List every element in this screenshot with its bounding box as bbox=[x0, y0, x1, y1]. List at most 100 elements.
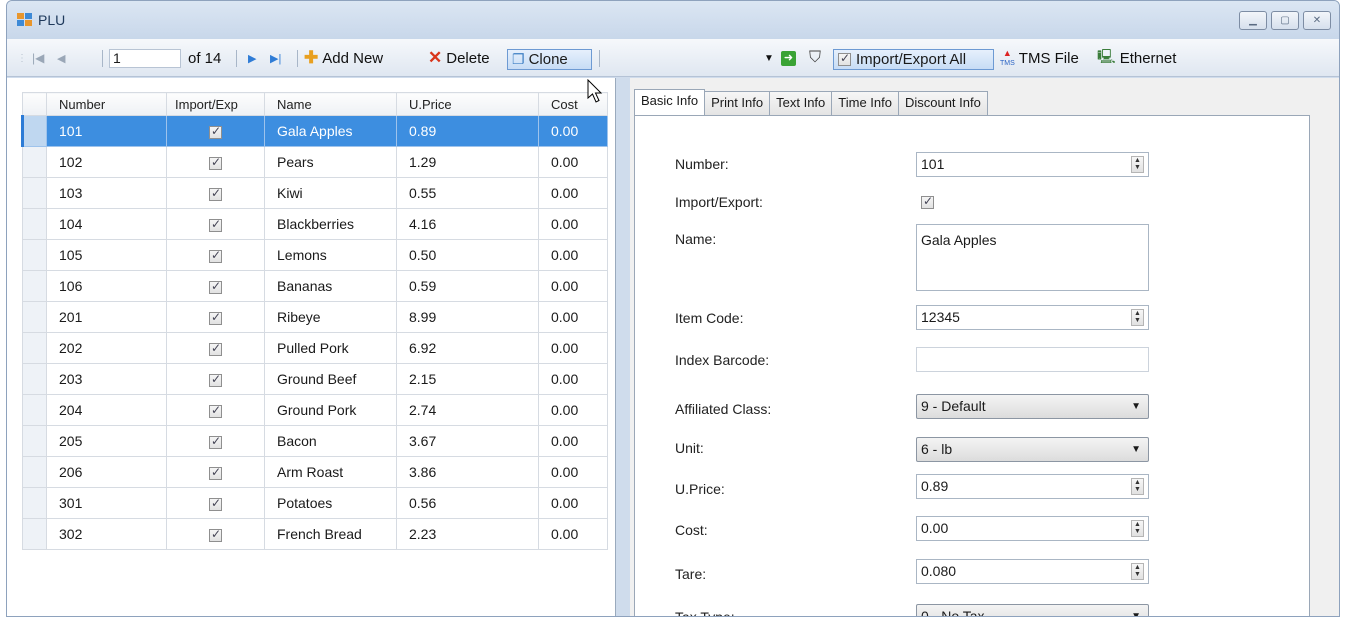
move-first-icon[interactable]: |◀ bbox=[32, 39, 44, 77]
cell-import-export[interactable] bbox=[166, 270, 265, 302]
table-row[interactable]: 104 Blackberries4.160.00 bbox=[22, 208, 608, 240]
cell-cost[interactable]: 0.00 bbox=[538, 518, 608, 550]
cell-import-export[interactable] bbox=[166, 177, 265, 209]
cell-name[interactable]: Kiwi bbox=[264, 177, 397, 209]
row-selector[interactable] bbox=[22, 239, 47, 271]
import-export-checkbox[interactable] bbox=[921, 194, 934, 210]
tare-spinner[interactable]: ▲ ▼ bbox=[1131, 563, 1144, 580]
tab-time-info[interactable]: Time Info bbox=[831, 91, 899, 115]
delete-button[interactable]: ✕ Delete bbox=[428, 39, 490, 77]
table-row[interactable]: 105 Lemons0.500.00 bbox=[22, 239, 608, 271]
cell-name[interactable]: Ribeye bbox=[264, 301, 397, 333]
index-barcode-field[interactable] bbox=[916, 347, 1149, 372]
tab-print-info[interactable]: Print Info bbox=[704, 91, 771, 115]
table-row[interactable]: 301 Potatoes0.560.00 bbox=[22, 487, 608, 519]
tab-discount-info[interactable]: Discount Info bbox=[897, 91, 988, 115]
cell-import-export[interactable] bbox=[166, 239, 265, 271]
cell-unit-price[interactable]: 0.56 bbox=[396, 487, 539, 519]
row-selector[interactable] bbox=[22, 301, 47, 333]
table-row[interactable]: 102 Pears1.290.00 bbox=[22, 146, 608, 178]
cell-import-export[interactable] bbox=[166, 115, 265, 147]
table-row[interactable]: 203 Ground Beef2.150.00 bbox=[22, 363, 608, 395]
cell-name[interactable]: Blackberries bbox=[264, 208, 397, 240]
row-selector[interactable] bbox=[22, 394, 47, 426]
number-spinner[interactable]: ▲ ▼ bbox=[1131, 156, 1144, 173]
table-row[interactable]: 302 French Bread2.230.00 bbox=[22, 518, 608, 550]
minimize-button[interactable]: ▁ bbox=[1239, 11, 1267, 30]
cell-number[interactable]: 102 bbox=[46, 146, 167, 178]
cell-name[interactable]: Lemons bbox=[264, 239, 397, 271]
cell-import-export[interactable] bbox=[166, 208, 265, 240]
cell-cost[interactable]: 0.00 bbox=[538, 177, 608, 209]
cell-cost[interactable]: 0.00 bbox=[538, 270, 608, 302]
import-export-all-button[interactable]: Import/Export All bbox=[833, 49, 994, 70]
cell-name[interactable]: Ground Beef bbox=[264, 363, 397, 395]
filter-icon[interactable]: ⛉ bbox=[809, 39, 821, 77]
clone-button[interactable]: ❐ Clone bbox=[507, 49, 592, 70]
cell-import-export[interactable] bbox=[166, 487, 265, 519]
ethernet-button[interactable]: 🖳 Ethernet bbox=[1097, 39, 1176, 77]
cell-cost[interactable]: 0.00 bbox=[538, 239, 608, 271]
cell-cost[interactable]: 0.00 bbox=[538, 208, 608, 240]
item-code-field[interactable]: 12345 ▲ ▼ bbox=[916, 305, 1149, 330]
unit-price-field[interactable]: 0.89 ▲ ▼ bbox=[916, 474, 1149, 499]
name-field[interactable]: Gala Apples bbox=[916, 224, 1149, 291]
cell-number[interactable]: 205 bbox=[46, 425, 167, 457]
cell-unit-price[interactable]: 4.16 bbox=[396, 208, 539, 240]
cost-spinner[interactable]: ▲ ▼ bbox=[1131, 520, 1144, 537]
cell-unit-price[interactable]: 8.99 bbox=[396, 301, 539, 333]
cell-name[interactable]: Arm Roast bbox=[264, 456, 397, 488]
cell-import-export[interactable] bbox=[166, 394, 265, 426]
tab-basic-info[interactable]: Basic Info bbox=[634, 89, 706, 115]
table-row[interactable]: 206 Arm Roast3.860.00 bbox=[22, 456, 608, 488]
unit-price-spinner[interactable]: ▲ ▼ bbox=[1131, 478, 1144, 495]
row-selector[interactable] bbox=[22, 456, 47, 488]
table-row[interactable]: 202 Pulled Pork6.920.00 bbox=[22, 332, 608, 364]
cell-name[interactable]: Pulled Pork bbox=[264, 332, 397, 364]
cell-unit-price[interactable]: 0.59 bbox=[396, 270, 539, 302]
add-new-button[interactable]: ✚ Add New bbox=[304, 39, 383, 77]
cell-name[interactable]: Ground Pork bbox=[264, 394, 397, 426]
row-selector[interactable] bbox=[21, 115, 47, 147]
cell-cost[interactable]: 0.00 bbox=[538, 332, 608, 364]
cell-name[interactable]: Bananas bbox=[264, 270, 397, 302]
cell-import-export[interactable] bbox=[166, 146, 265, 178]
cost-field[interactable]: 0.00 ▲ ▼ bbox=[916, 516, 1149, 541]
cell-unit-price[interactable]: 0.50 bbox=[396, 239, 539, 271]
cell-name[interactable]: Potatoes bbox=[264, 487, 397, 519]
move-next-icon[interactable]: ▶ bbox=[248, 39, 256, 77]
tab-text-info[interactable]: Text Info bbox=[769, 91, 833, 115]
tare-field[interactable]: 0.080 ▲ ▼ bbox=[916, 559, 1149, 584]
row-selector[interactable] bbox=[22, 425, 47, 457]
splitter[interactable] bbox=[616, 78, 630, 616]
column-header-import-export[interactable]: Import/Exp bbox=[166, 92, 265, 116]
cell-cost[interactable]: 0.00 bbox=[538, 115, 608, 147]
cell-unit-price[interactable]: 3.86 bbox=[396, 456, 539, 488]
unit-dropdown[interactable]: 6 - lb ▼ bbox=[916, 437, 1149, 462]
cell-number[interactable]: 206 bbox=[46, 456, 167, 488]
cell-unit-price[interactable]: 6.92 bbox=[396, 332, 539, 364]
cell-unit-price[interactable]: 1.29 bbox=[396, 146, 539, 178]
tms-file-button[interactable]: ▲ TMS TMS File bbox=[1000, 39, 1079, 77]
cell-number[interactable]: 301 bbox=[46, 487, 167, 519]
column-header-unit-price[interactable]: U.Price bbox=[396, 92, 539, 116]
cell-unit-price[interactable]: 2.23 bbox=[396, 518, 539, 550]
cell-name[interactable]: French Bread bbox=[264, 518, 397, 550]
cell-number[interactable]: 202 bbox=[46, 332, 167, 364]
cell-cost[interactable]: 0.00 bbox=[538, 146, 608, 178]
cell-number[interactable]: 201 bbox=[46, 301, 167, 333]
number-field[interactable]: 101 ▲ ▼ bbox=[916, 152, 1149, 177]
row-selector[interactable] bbox=[22, 146, 47, 178]
row-selector[interactable] bbox=[22, 208, 47, 240]
cell-cost[interactable]: 0.00 bbox=[538, 363, 608, 395]
table-row[interactable]: 201 Ribeye8.990.00 bbox=[22, 301, 608, 333]
cell-import-export[interactable] bbox=[166, 363, 265, 395]
move-previous-icon[interactable]: ◀ bbox=[57, 39, 65, 77]
overflow-dropdown-icon[interactable]: ▼ bbox=[764, 39, 774, 77]
cell-cost[interactable]: 0.00 bbox=[538, 456, 608, 488]
table-row[interactable]: 204 Ground Pork2.740.00 bbox=[22, 394, 608, 426]
cell-unit-price[interactable]: 0.89 bbox=[396, 115, 539, 147]
cell-number[interactable]: 203 bbox=[46, 363, 167, 395]
cell-number[interactable]: 204 bbox=[46, 394, 167, 426]
cell-unit-price[interactable]: 3.67 bbox=[396, 425, 539, 457]
